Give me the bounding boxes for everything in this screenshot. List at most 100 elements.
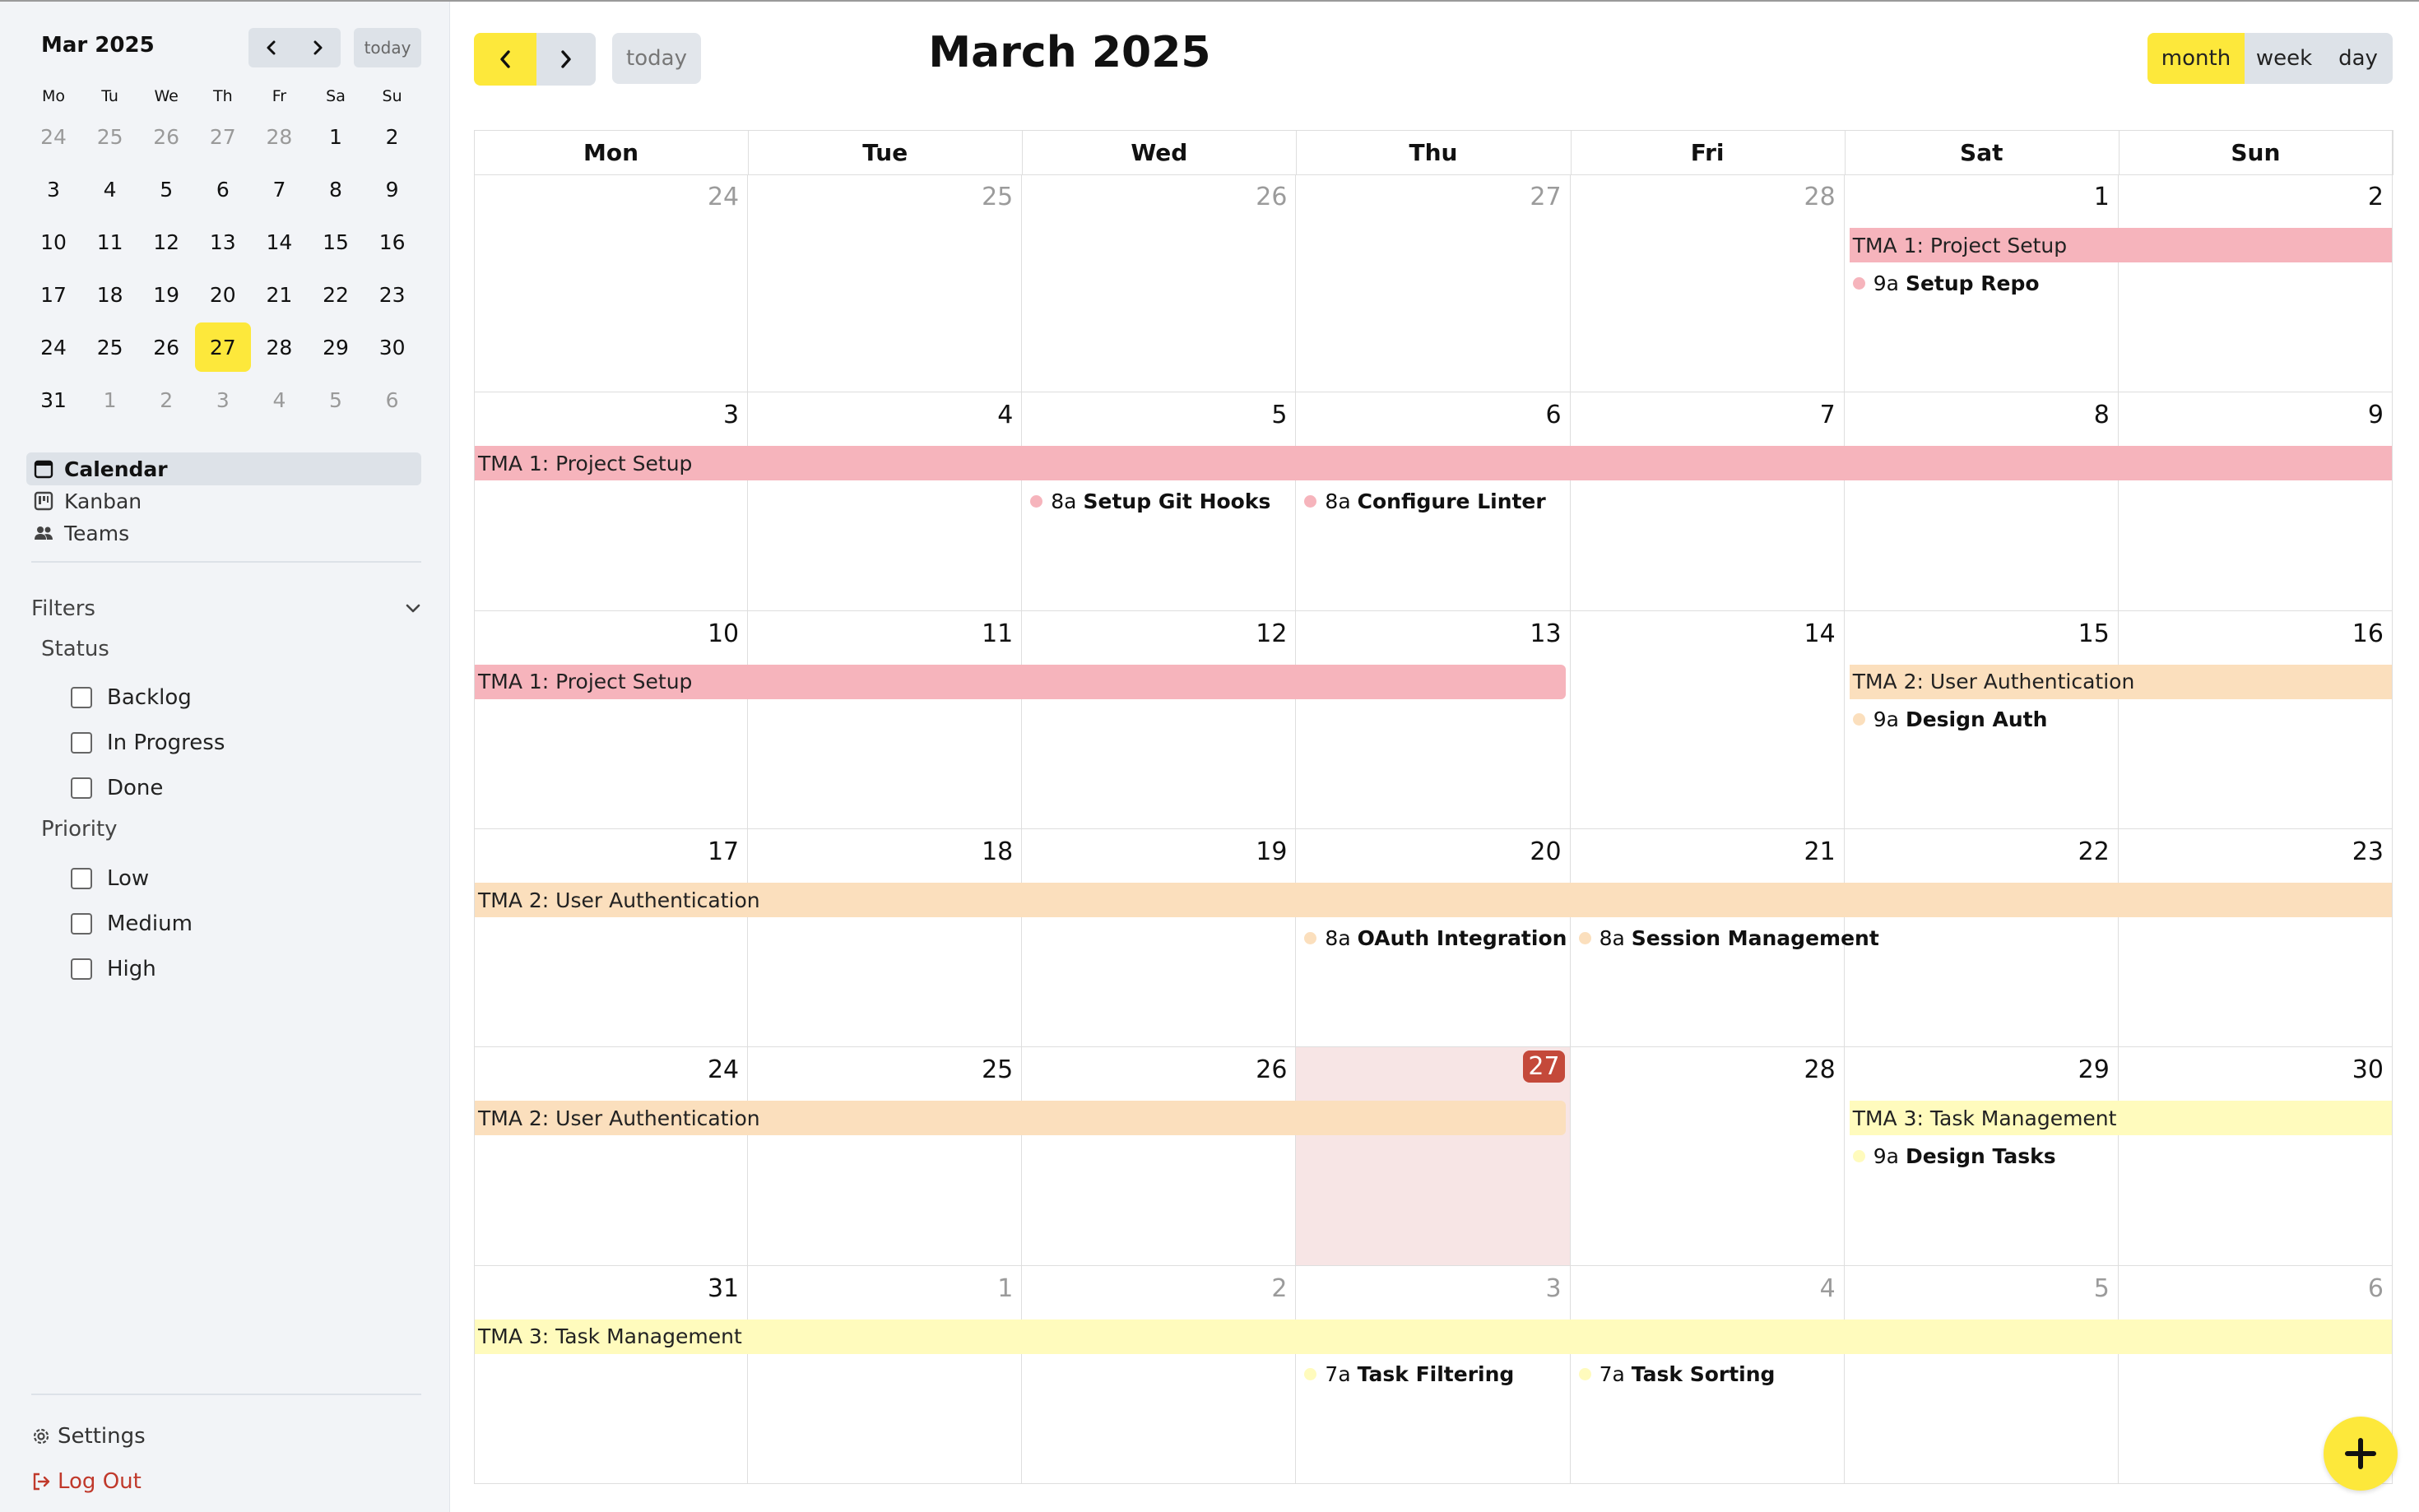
day-cell[interactable]: 2 <box>1022 1265 1297 1484</box>
mini-day[interactable]: 18 <box>82 270 138 319</box>
mini-day[interactable]: 25 <box>82 112 138 161</box>
mini-day[interactable]: 11 <box>82 217 138 267</box>
mini-day[interactable]: 4 <box>82 165 138 214</box>
mini-day[interactable]: 14 <box>251 217 307 267</box>
filter-priority-low[interactable]: Low <box>71 862 149 895</box>
day-cell[interactable]: 3 <box>474 392 749 611</box>
timed-event[interactable]: 8a Setup Git Hooks <box>1030 486 1270 516</box>
checkbox[interactable] <box>71 868 92 889</box>
day-cell[interactable]: 26 <box>1022 174 1297 393</box>
checkbox[interactable] <box>71 913 92 935</box>
timed-event[interactable]: 7a Task Sorting <box>1578 1360 1775 1389</box>
mini-day[interactable]: 5 <box>138 165 194 214</box>
mini-day[interactable]: 28 <box>251 112 307 161</box>
day-cell[interactable]: 23 <box>2118 829 2393 1048</box>
mini-prev-button[interactable] <box>248 28 295 67</box>
multi-day-event-bar[interactable]: TMA 1: Project Setup <box>475 446 2392 481</box>
today-button[interactable]: today <box>612 33 701 84</box>
mini-day[interactable]: 29 <box>308 322 364 372</box>
mini-day[interactable]: 24 <box>26 322 81 372</box>
mini-day[interactable]: 13 <box>195 217 251 267</box>
mini-day[interactable]: 24 <box>26 112 81 161</box>
mini-day[interactable]: 4 <box>251 375 307 424</box>
add-event-button[interactable] <box>2324 1417 2398 1491</box>
mini-day[interactable]: 27 <box>195 112 251 161</box>
day-cell[interactable]: 1 <box>748 1265 1023 1484</box>
mini-day[interactable]: 2 <box>138 375 194 424</box>
prev-month-button[interactable] <box>474 33 536 86</box>
day-cell[interactable]: 9 <box>2118 392 2393 611</box>
mini-day[interactable]: 21 <box>251 270 307 319</box>
timed-event[interactable]: 7a Task Filtering <box>1304 1360 1514 1389</box>
mini-day[interactable]: 10 <box>26 217 81 267</box>
filter-status-backlog[interactable]: Backlog <box>71 681 192 714</box>
mini-day[interactable]: 20 <box>195 270 251 319</box>
day-cell[interactable]: 8 <box>1844 392 2119 611</box>
filters-toggle[interactable]: Filters <box>31 592 421 625</box>
mini-day[interactable]: 26 <box>138 112 194 161</box>
view-day-button[interactable]: day <box>2324 33 2393 84</box>
day-cell[interactable]: 19 <box>1022 829 1297 1048</box>
mini-day[interactable]: 1 <box>308 112 364 161</box>
view-month-button[interactable]: month <box>2147 33 2245 84</box>
mini-day[interactable]: 16 <box>364 217 420 267</box>
mini-today-button[interactable]: today <box>354 28 421 67</box>
day-cell[interactable]: 26 <box>1022 1047 1297 1266</box>
mini-day[interactable]: 6 <box>195 165 251 214</box>
day-cell[interactable]: 28 <box>1570 1047 1845 1266</box>
day-cell[interactable]: 24 <box>474 1047 749 1266</box>
timed-event[interactable]: 9a Design Tasks <box>1852 1141 2056 1171</box>
logout-link[interactable]: Log Out <box>31 1465 142 1498</box>
multi-day-event-bar[interactable]: TMA 2: User Authentication <box>475 883 2392 917</box>
mini-day[interactable]: 30 <box>364 322 420 372</box>
day-cell[interactable]: 11 <box>748 610 1023 829</box>
mini-day[interactable]: 22 <box>308 270 364 319</box>
sidebar-item-calendar[interactable]: Calendar <box>26 452 421 485</box>
mini-day[interactable]: 28 <box>251 322 307 372</box>
checkbox[interactable] <box>71 732 92 754</box>
checkbox[interactable] <box>71 958 92 980</box>
checkbox[interactable] <box>71 777 92 799</box>
day-cell[interactable]: 27 <box>1296 174 1571 393</box>
day-cell[interactable]: 24 <box>474 174 749 393</box>
day-cell[interactable]: 22 <box>1844 829 2119 1048</box>
day-cell[interactable]: 27 <box>1296 1047 1571 1266</box>
multi-day-event-bar[interactable]: TMA 3: Task Management <box>1849 1101 2392 1136</box>
sidebar-item-kanban[interactable]: Kanban <box>26 485 421 517</box>
mini-day[interactable]: 2 <box>364 112 420 161</box>
day-cell[interactable]: 30 <box>2118 1047 2393 1266</box>
multi-day-event-bar[interactable]: TMA 2: User Authentication <box>475 1101 1566 1136</box>
mini-next-button[interactable] <box>295 28 341 67</box>
day-cell[interactable]: 5 <box>1844 1265 2119 1484</box>
mini-day[interactable]: 25 <box>82 322 138 372</box>
mini-day[interactable]: 5 <box>308 375 364 424</box>
mini-day[interactable]: 6 <box>364 375 420 424</box>
day-cell[interactable]: 25 <box>748 174 1023 393</box>
multi-day-event-bar[interactable]: TMA 2: User Authentication <box>1849 664 2392 699</box>
day-cell[interactable]: 12 <box>1022 610 1297 829</box>
day-cell[interactable]: 28 <box>1570 174 1845 393</box>
multi-day-event-bar[interactable]: TMA 1: Project Setup <box>1849 228 2392 262</box>
settings-link[interactable]: Settings <box>31 1420 146 1453</box>
day-cell[interactable]: 17 <box>474 829 749 1048</box>
mini-day[interactable]: 15 <box>308 217 364 267</box>
day-cell[interactable]: 25 <box>748 1047 1023 1266</box>
day-cell[interactable]: 10 <box>474 610 749 829</box>
mini-day[interactable]: 8 <box>308 165 364 214</box>
filter-status-done[interactable]: Done <box>71 772 163 805</box>
sidebar-item-teams[interactable]: Teams <box>26 517 421 550</box>
mini-day[interactable]: 1 <box>82 375 138 424</box>
filter-status-in-progress[interactable]: In Progress <box>71 726 225 759</box>
day-cell[interactable]: 4 <box>748 392 1023 611</box>
mini-day[interactable]: 26 <box>138 322 194 372</box>
mini-day[interactable]: 3 <box>195 375 251 424</box>
day-cell[interactable]: 18 <box>748 829 1023 1048</box>
mini-day[interactable]: 9 <box>364 165 420 214</box>
mini-day[interactable]: 12 <box>138 217 194 267</box>
day-cell[interactable]: 16 <box>2118 610 2393 829</box>
day-cell[interactable]: 7 <box>1570 392 1845 611</box>
checkbox[interactable] <box>71 687 92 708</box>
mini-day[interactable]: 3 <box>26 165 81 214</box>
view-week-button[interactable]: week <box>2245 33 2324 84</box>
timed-event[interactable]: 9a Design Auth <box>1852 705 2047 735</box>
